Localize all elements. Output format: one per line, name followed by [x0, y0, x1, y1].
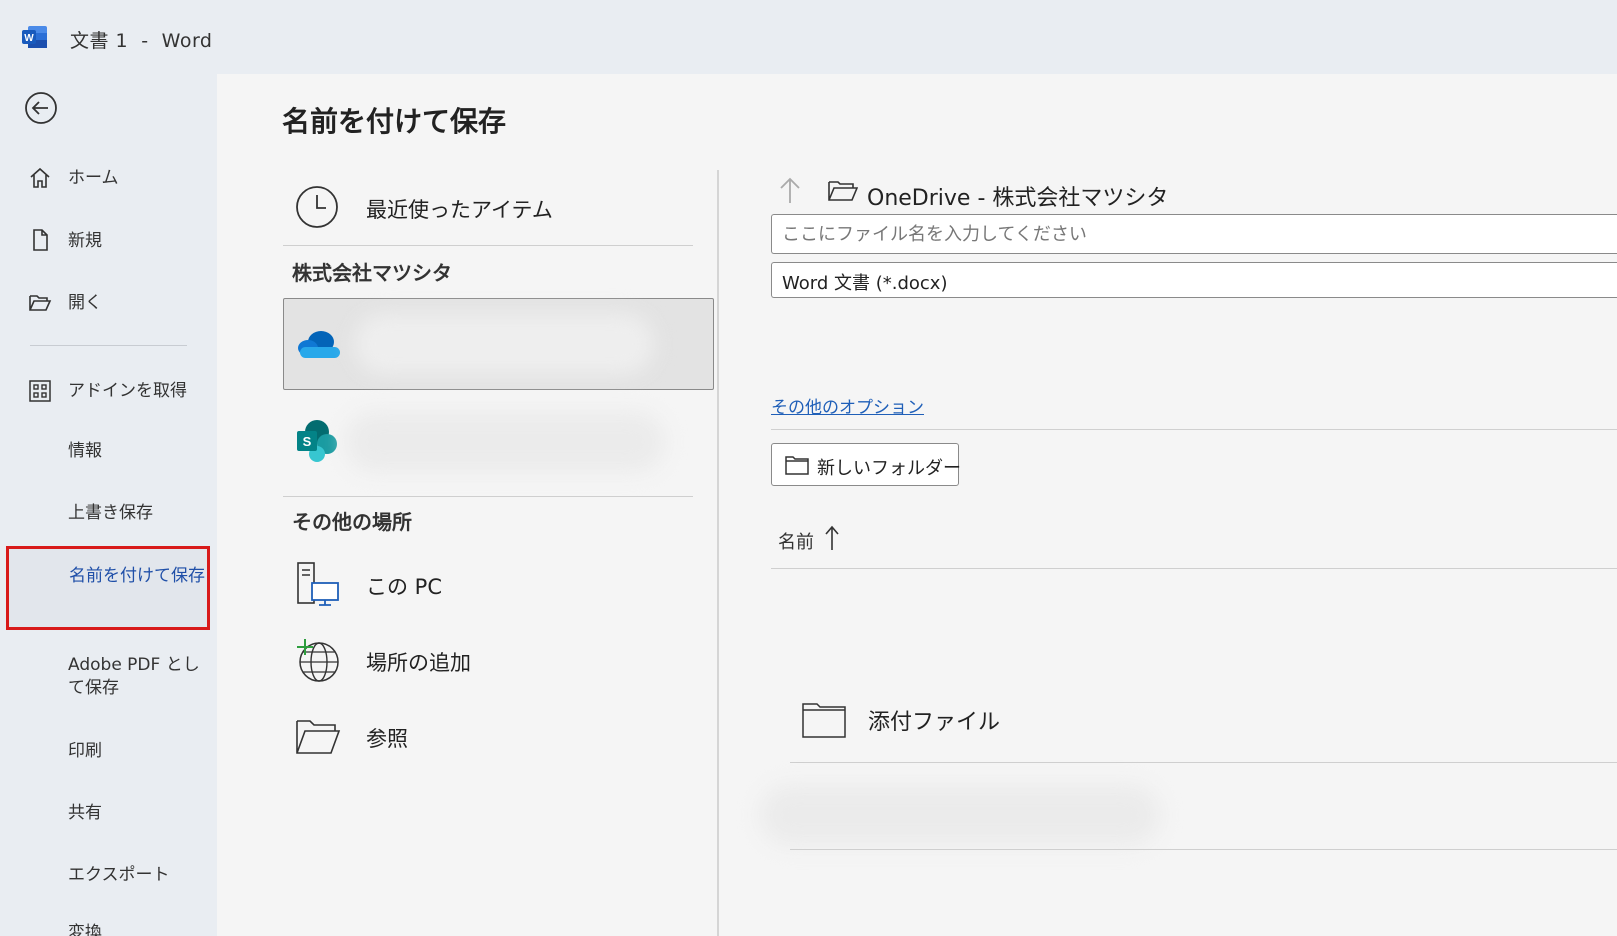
location-label: この PC	[366, 575, 443, 599]
location-onedrive[interactable]	[283, 298, 714, 390]
home-icon	[30, 167, 50, 188]
browse-folder-icon	[296, 720, 341, 754]
sidebar-item-home[interactable]: ホーム	[0, 163, 217, 193]
new-folder-button[interactable]: 新しいフォルダー	[771, 443, 961, 486]
sidebar-item-get-addins[interactable]: アドインを取得	[0, 376, 217, 406]
sidebar-item-transform[interactable]: 変換	[0, 922, 217, 936]
location-sharepoint[interactable]: S	[285, 412, 695, 472]
sort-ascending-icon[interactable]	[824, 524, 840, 552]
location-recent[interactable]: 最近使ったアイテム	[285, 182, 695, 232]
sidebar-item-open[interactable]: 開く	[0, 288, 217, 318]
location-label: 場所の追加	[366, 651, 471, 675]
row-divider	[790, 762, 1617, 763]
location-label: 参照	[366, 727, 408, 751]
location-add-place[interactable]: 場所の追加	[285, 634, 695, 688]
org-section-heading: 株式会社マツシタ	[292, 261, 452, 285]
redacted-site-name	[345, 412, 665, 472]
save-location-path[interactable]: OneDrive - 株式会社マツシタ	[867, 180, 1168, 212]
redacted-account-name	[354, 313, 654, 375]
back-arrow-icon[interactable]	[24, 91, 58, 125]
sidebar-item-new[interactable]: 新規	[0, 226, 217, 256]
page-title: 名前を付けて保存	[282, 105, 507, 138]
new-folder-label: 新しいフォルダー	[817, 458, 961, 479]
word-logo-icon: W	[22, 26, 47, 48]
section-divider	[283, 245, 693, 246]
header-divider	[771, 568, 1617, 569]
sidebar-item-export[interactable]: エクスポート	[0, 864, 217, 894]
onedrive-cloud-icon	[298, 331, 340, 358]
sidebar-item-save-as[interactable]: 名前を付けて保存	[6, 546, 210, 630]
location-label: 最近使ったアイテム	[366, 198, 553, 222]
file-name: 添付ファイル	[868, 710, 1001, 735]
section-divider	[283, 496, 693, 497]
sidebar-item-label: 開く	[68, 293, 102, 313]
svg-text:S: S	[303, 434, 312, 449]
add-place-globe-icon	[297, 639, 339, 682]
sidebar-item-print[interactable]: 印刷	[0, 740, 217, 770]
svg-text:W: W	[24, 33, 34, 44]
location-this-pc[interactable]: この PC	[285, 558, 695, 612]
redacted-file-row	[760, 785, 1160, 845]
folder-icon	[802, 703, 846, 738]
sidebar-item-save[interactable]: 上書き保存	[0, 502, 217, 532]
up-arrow-icon[interactable]	[778, 175, 802, 205]
window-title: 文書 1 - Word	[70, 30, 213, 52]
sidebar-item-label: 変換	[68, 923, 102, 936]
sidebar-item-label: ホーム	[68, 168, 119, 188]
new-folder-icon	[785, 456, 809, 475]
sidebar-item-label: エクスポート	[68, 865, 170, 885]
row-divider	[790, 849, 1617, 850]
sidebar-item-label: 新規	[68, 231, 102, 251]
column-divider	[717, 170, 719, 936]
sidebar-item-label: 上書き保存	[68, 503, 153, 523]
sidebar-item-label: 名前を付けて保存	[69, 566, 205, 586]
filename-input[interactable]	[771, 214, 1617, 254]
title-bar	[0, 0, 1617, 74]
sidebar-item-share[interactable]: 共有	[0, 802, 217, 832]
file-list-item[interactable]: 添付ファイル	[790, 690, 1617, 762]
column-header-name[interactable]: 名前	[778, 528, 814, 554]
other-places-heading: その他の場所	[292, 510, 412, 534]
sidebar-item-label: 共有	[68, 803, 102, 823]
more-options-link[interactable]: その他のオプション	[771, 393, 924, 418]
new-document-icon	[33, 229, 48, 251]
location-browse[interactable]: 参照	[285, 710, 695, 764]
sidebar-item-label: 印刷	[68, 741, 102, 761]
sidebar-item-save-as-adobe-pdf[interactable]: Adobe PDF として保存	[0, 654, 217, 704]
sidebar-item-label: 情報	[68, 441, 102, 461]
sidebar-item-info[interactable]: 情報	[0, 440, 217, 470]
open-folder-icon	[29, 295, 52, 311]
clock-icon	[296, 186, 338, 228]
folder-icon	[828, 181, 858, 201]
this-pc-icon	[297, 562, 339, 606]
addins-grid-icon	[29, 380, 51, 402]
sidebar-item-label: アドインを取得	[68, 381, 187, 401]
options-divider	[771, 429, 1617, 430]
sidebar-item-label: Adobe PDF として保存	[68, 655, 200, 698]
sharepoint-icon: S	[297, 420, 337, 462]
file-type-select[interactable]: Word 文書 (*.docx)	[771, 262, 1617, 298]
sidebar-divider	[30, 345, 187, 346]
